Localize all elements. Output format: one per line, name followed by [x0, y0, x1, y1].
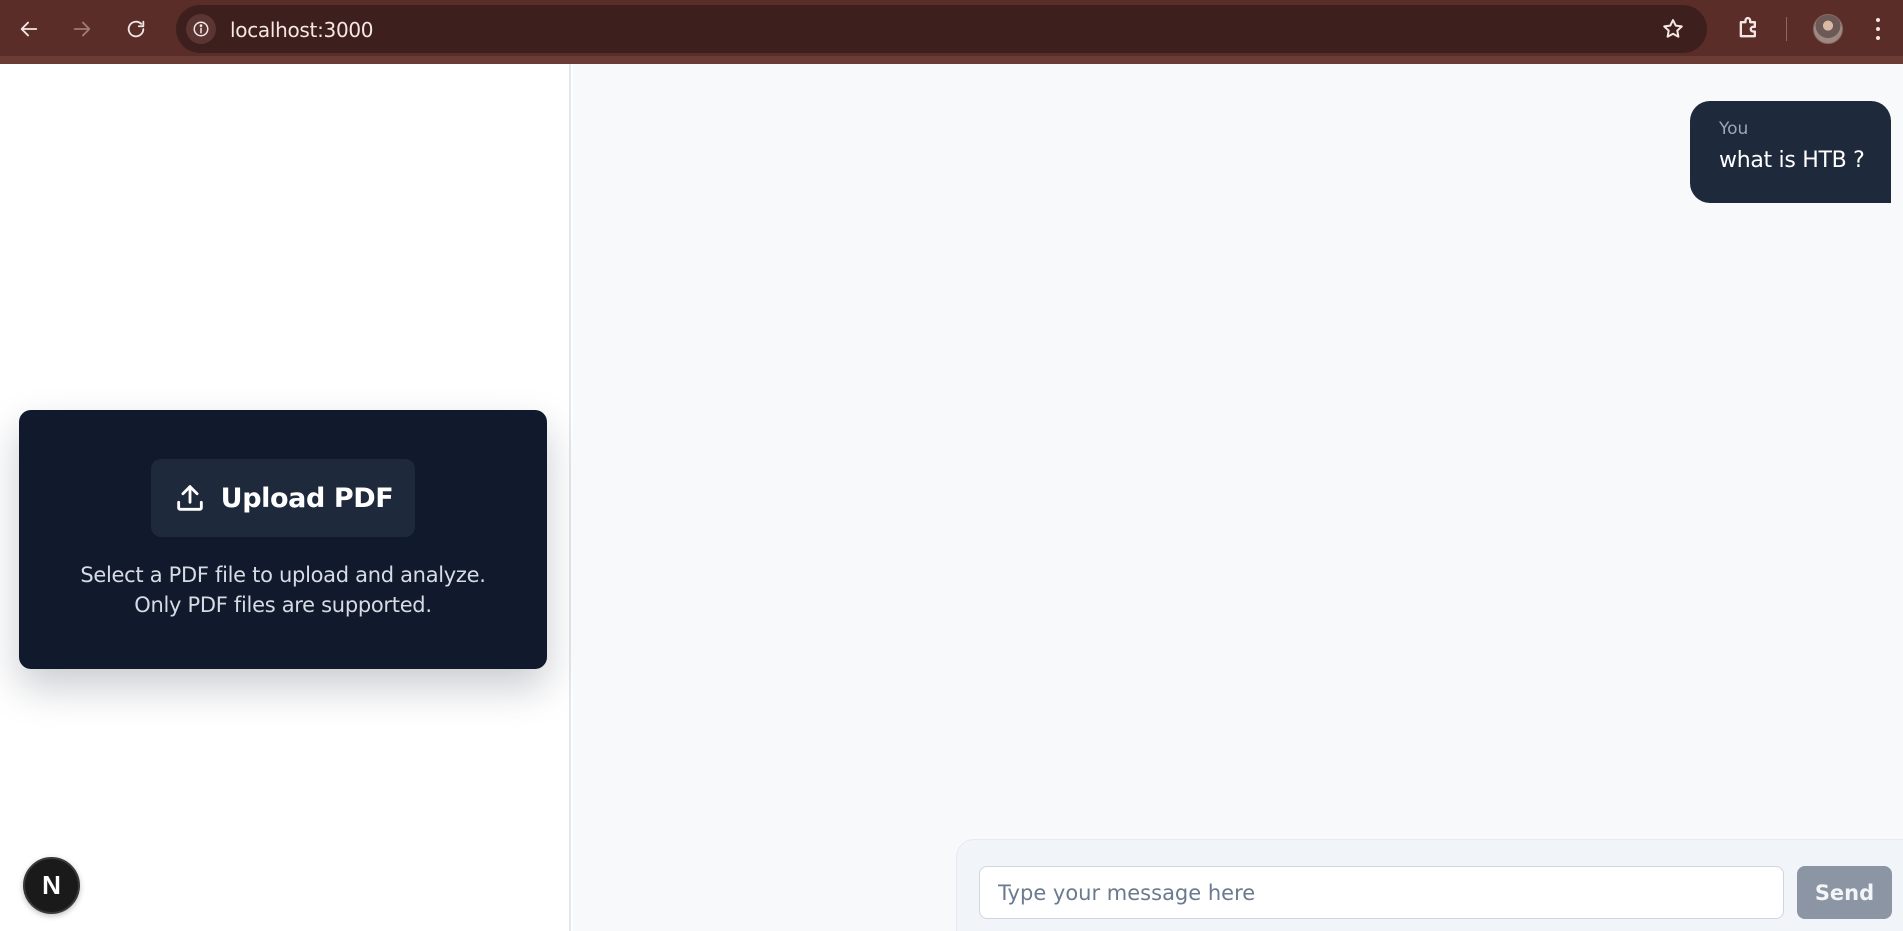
left-panel: Upload PDF Select a PDF file to upload a…: [0, 64, 571, 931]
upload-pdf-label: Upload PDF: [220, 482, 394, 514]
address-bar[interactable]: localhost:3000: [176, 5, 1707, 53]
upload-description: Select a PDF file to upload and analyze.…: [80, 563, 486, 617]
user-message-bubble: You what is HTB ?: [1690, 101, 1891, 203]
send-button[interactable]: Send: [1797, 866, 1892, 919]
back-button[interactable]: [14, 14, 44, 44]
avatar[interactable]: [1813, 14, 1843, 44]
info-icon: [193, 21, 209, 37]
next-dev-indicator-button[interactable]: N: [23, 857, 80, 914]
browser-toolbar: localhost:3000: [0, 0, 1903, 64]
chat-area: You what is HTB ? Send: [573, 64, 1903, 931]
puzzle-icon: [1739, 16, 1756, 38]
arrow-left-icon: [20, 21, 38, 37]
upload-card: Upload PDF Select a PDF file to upload a…: [19, 410, 547, 669]
upload-pdf-button[interactable]: Upload PDF: [151, 459, 415, 537]
url-text[interactable]: localhost:3000: [230, 18, 374, 42]
extensions-button[interactable]: [1735, 14, 1763, 42]
reload-button[interactable]: [121, 14, 151, 44]
site-info-button[interactable]: [186, 14, 216, 44]
next-logo-icon: N: [42, 870, 61, 900]
reload-icon: [127, 20, 145, 38]
message-composer: Send: [956, 839, 1903, 931]
forward-button[interactable]: [67, 14, 97, 44]
star-icon: [1663, 19, 1683, 38]
browser-menu-button[interactable]: [1868, 16, 1888, 42]
message-sender: You: [1719, 119, 1749, 139]
kebab-menu-icon: [1876, 18, 1880, 22]
toolbar-bottom-edge: [0, 56, 1903, 64]
bookmark-button[interactable]: [1661, 17, 1685, 41]
arrow-right-icon: [73, 21, 91, 37]
upload-icon: [176, 485, 203, 511]
message-text: what is HTB ?: [1719, 148, 1865, 173]
message-input[interactable]: [979, 866, 1784, 919]
toolbar-divider: [1786, 17, 1787, 41]
app-page: Upload PDF Select a PDF file to upload a…: [0, 64, 1903, 931]
